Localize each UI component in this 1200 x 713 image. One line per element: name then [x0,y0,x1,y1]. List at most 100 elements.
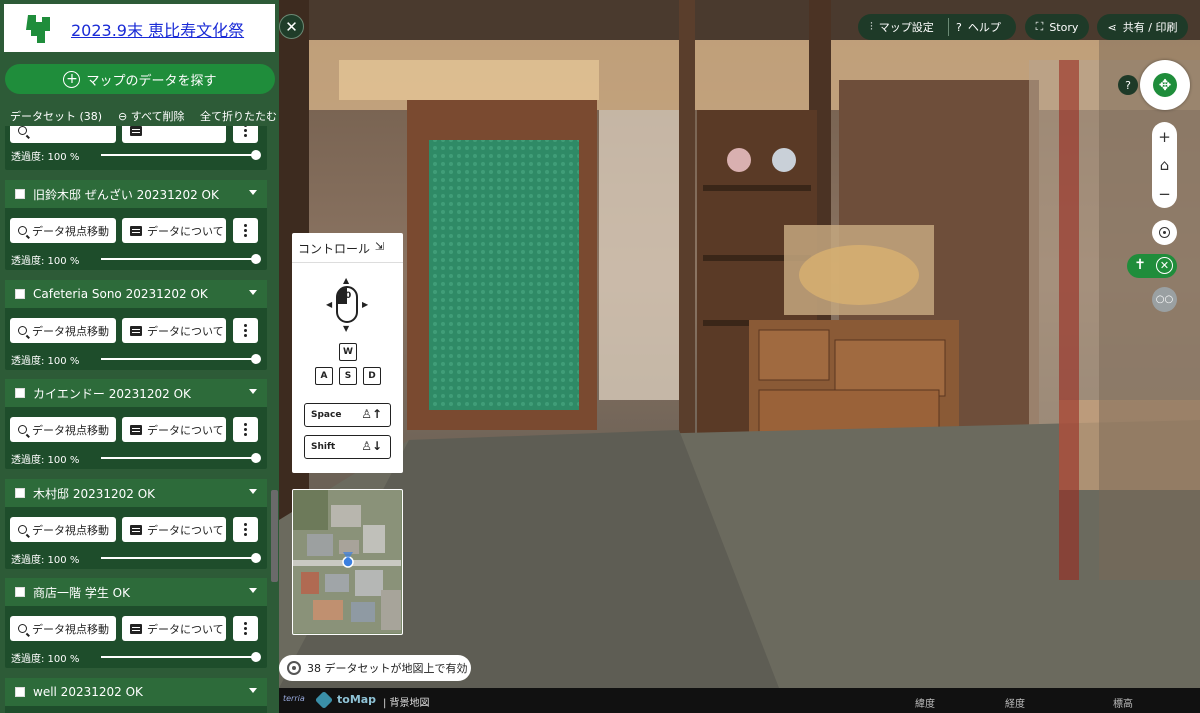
chevron-down-icon[interactable] [249,588,257,593]
slider-knob[interactable] [251,652,261,662]
collapse-icon[interactable]: ⇲ [375,240,389,254]
toolbar-divider [948,18,949,36]
key-w: W [339,343,357,361]
dataset-title-bar[interactable]: 旧鈴木邸 ぜんざい 20231202 OK [5,180,267,208]
zoom-out-button[interactable]: − [1152,181,1177,206]
plus-circle-icon: + [63,70,81,88]
slider-knob[interactable] [251,150,261,160]
more-icon [244,229,247,232]
pedestrian-mode-toggle[interactable]: ✝ ✕ [1127,254,1177,278]
slider-knob[interactable] [251,453,261,463]
dataset-item: カイエンドー 20231202 OK データ視点移動 データについて 透過度: … [5,379,267,469]
chevron-down-icon[interactable] [249,688,257,693]
close-circle-icon[interactable]: ✕ [1156,257,1173,274]
checkbox-icon[interactable] [15,289,25,299]
background-map-label[interactable]: | 背景地図 [383,694,430,709]
about-data-button[interactable]: データについて [122,616,226,641]
dataset-item: 商店一階 学生 OK データ視点移動 データについて 透過度: 100 % [5,578,267,668]
more-options-button[interactable] [233,318,258,343]
checkbox-icon[interactable] [15,388,25,398]
more-options-button[interactable] [233,616,258,641]
more-options-button[interactable] [233,417,258,442]
chevron-down-icon[interactable] [249,489,257,494]
close-icon: ✕ [285,17,298,36]
tomap-logo-text[interactable]: toMap [337,693,376,706]
divider [292,262,403,263]
slider-knob[interactable] [251,254,261,264]
view-data-button[interactable]: データ視点移動 [10,318,116,343]
dataset-item-partial: 透過度: 100 % [5,126,267,170]
arrow-left-icon: ◀ [326,300,333,309]
checkbox-icon[interactable] [15,189,25,199]
about-data-button[interactable]: データについて [122,218,226,243]
opacity-label: 透過度: 100 % [11,256,80,267]
chevron-down-icon[interactable] [249,389,257,394]
about-data-button[interactable]: データについて [122,517,226,542]
chevron-down-icon[interactable] [249,290,257,295]
view-data-button[interactable]: データ視点移動 [10,417,116,442]
arrow-up-icon: ▲ [343,276,350,285]
story-icon: ⛶ [1035,20,1044,33]
search-data-button[interactable]: + マップのデータを探す [5,64,275,94]
view-data-button[interactable]: データ視点移動 [10,218,116,243]
split-view-button[interactable]: ○○ [1152,287,1177,312]
key-d: D [363,367,381,385]
app-title-link[interactable]: 2023.9末 恵比寿文化祭 [71,17,244,41]
view-data-button[interactable]: データ視点移動 [10,517,116,542]
dataset-title-bar[interactable]: カイエンドー 20231202 OK [5,379,267,407]
more-options-button[interactable] [233,517,258,542]
help-button[interactable]: ? ヘルプ [956,14,1001,40]
minimap[interactable] [292,489,403,635]
about-data-label: データについて [147,523,224,537]
chevron-down-icon[interactable] [249,190,257,195]
checkbox-icon[interactable] [15,488,25,498]
more-options-button[interactable] [233,218,258,243]
terria-logo[interactable]: terria [283,694,305,703]
logo-icon [26,15,50,43]
more-options-button[interactable] [233,126,258,143]
dataset-title-bar[interactable]: 木村邸 20231202 OK [5,479,267,507]
checkbox-icon[interactable] [15,587,25,597]
about-data-button[interactable]: データについて [122,417,226,442]
scrollbar[interactable] [271,490,278,582]
zoom-controls: + ⌂ − [1152,122,1177,208]
move-arrows-icon[interactable]: ✥ [1153,73,1177,97]
about-data-button[interactable] [122,126,226,143]
checkbox-icon[interactable] [15,687,25,697]
key-space-label: Space [311,410,342,420]
story-button[interactable]: ⛶ Story [1025,14,1089,40]
broadcast-icon [287,661,301,675]
active-datasets-badge[interactable]: 38 データセットが地図上で有効 [279,655,471,681]
clear-all-button[interactable]: ⊖ すべて削除 [118,108,185,124]
map-settings-label: マップ設定 [878,21,934,34]
view-data-button[interactable]: データ視点移動 [10,616,116,641]
opacity-slider[interactable] [101,254,261,264]
dataset-name: カイエンドー 20231202 OK [33,386,191,401]
3d-scene-viewport[interactable] [279,0,1200,688]
map-help-button[interactable]: ? [1118,75,1138,95]
view-data-button[interactable] [10,126,116,143]
opacity-slider[interactable] [101,553,261,563]
search-icon [18,425,27,434]
slider-knob[interactable] [251,354,261,364]
slider-knob[interactable] [251,553,261,563]
about-data-button[interactable]: データについて [122,318,226,343]
search-icon [18,226,27,235]
close-panel-button[interactable]: ✕ [279,14,304,39]
map-settings-button[interactable]: ⫶ マップ設定 [870,14,934,40]
zoom-in-button[interactable]: + [1152,124,1177,149]
home-icon[interactable]: ⌂ [1152,152,1177,177]
opacity-slider[interactable] [101,453,261,463]
compass-control[interactable]: ✥ [1140,60,1190,110]
opacity-slider[interactable] [101,354,261,364]
collapse-all-button[interactable]: 全て折りたたむ [200,108,277,124]
share-print-button[interactable]: ⋖ 共有 / 印刷 [1097,14,1188,40]
dataset-title-bar[interactable]: Cafeteria Sono 20231202 OK [5,280,267,308]
opacity-slider[interactable] [101,150,261,160]
dataset-list[interactable]: 透過度: 100 % 旧鈴木邸 ぜんざい 20231202 OK データ視点移動… [0,126,279,713]
dataset-title-bar[interactable]: 商店一階 学生 OK [5,578,267,606]
view-data-label: データ視点移動 [32,423,109,437]
opacity-slider[interactable] [101,652,261,662]
dataset-title-bar[interactable]: well 20231202 OK [5,678,267,706]
locate-me-button[interactable] [1152,220,1177,245]
